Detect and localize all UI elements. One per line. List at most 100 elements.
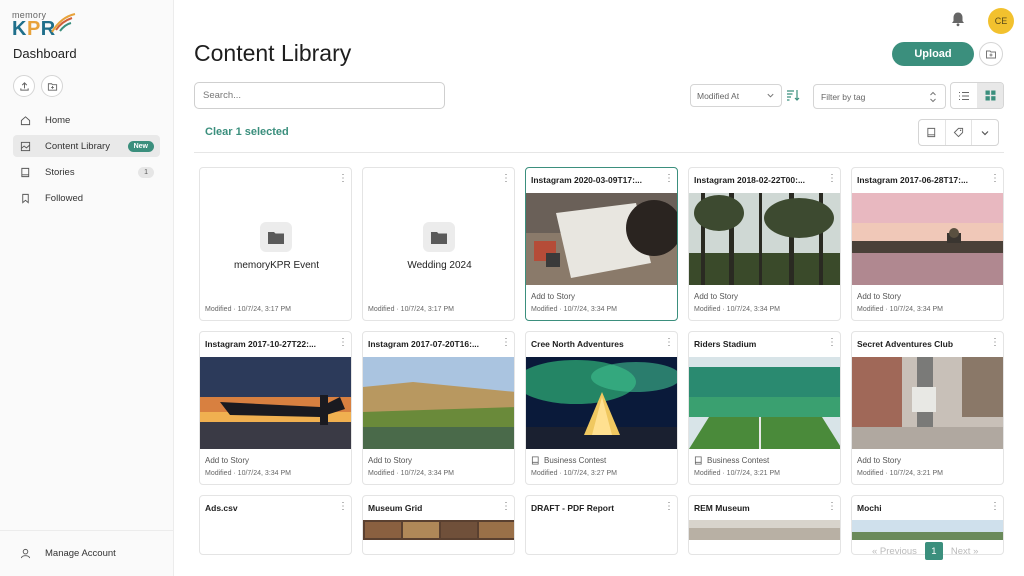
more-vertical-icon[interactable]: ⋮ xyxy=(990,502,1000,512)
folder-plus-icon xyxy=(986,50,996,59)
media-card[interactable]: Instagram 2018-02-22T00:... ⋮ Add to Sto… xyxy=(688,167,841,321)
count-badge: 1 xyxy=(138,166,154,178)
book-icon xyxy=(694,456,702,465)
list-icon xyxy=(959,91,969,100)
upload-side-button[interactable] xyxy=(13,75,35,97)
file-card[interactable]: DRAFT - PDF Report ⋮ xyxy=(525,495,678,555)
folder-plus-icon xyxy=(47,82,57,91)
sidebar-item-content-library[interactable]: Content Library New xyxy=(13,135,160,157)
more-vertical-icon[interactable]: ⋮ xyxy=(827,174,837,184)
upload-button[interactable]: Upload xyxy=(892,42,974,66)
sidebar-item-label: Home xyxy=(45,114,71,126)
card-title: REM Museum xyxy=(694,503,750,513)
media-card[interactable]: Riders Stadium ⋮ Business Contest Modifi… xyxy=(688,331,841,485)
modified-date: Modified · 10/7/24, 3:34 PM xyxy=(531,306,617,313)
updown-chevron-icon xyxy=(930,91,936,103)
folder-icon xyxy=(260,222,292,252)
new-folder-button[interactable] xyxy=(979,42,1003,66)
card-thumbnail xyxy=(852,357,1003,449)
sort-direction-icon[interactable] xyxy=(786,88,800,102)
card-title: Instagram 2020-03-09T17:... xyxy=(531,175,643,185)
previous-page-button[interactable]: « Previous xyxy=(872,546,917,557)
add-to-story-bulk-button[interactable] xyxy=(919,120,946,145)
list-view-button[interactable] xyxy=(951,83,977,108)
add-to-story-button[interactable]: Add to Story xyxy=(857,456,901,465)
bell-icon[interactable] xyxy=(950,11,966,27)
avatar[interactable]: CE xyxy=(988,8,1014,34)
business-contest-tag[interactable]: Business Contest xyxy=(694,456,769,465)
more-vertical-icon[interactable]: ⋮ xyxy=(664,338,674,348)
folder-card[interactable]: ⋮ Wedding 2024 Modified · 10/7/24, 3:17 … xyxy=(362,167,515,321)
media-card-selected[interactable]: Instagram 2020-03-09T17:... ⋮ Add to Sto… xyxy=(525,167,678,321)
sort-value: Modified At xyxy=(697,90,740,101)
grid-icon xyxy=(985,90,995,101)
bulk-actions xyxy=(918,119,999,146)
memorykpr-logo[interactable]: memory KPR xyxy=(12,8,76,40)
tag-filter-placeholder: Filter by tag xyxy=(821,91,866,102)
card-thumbnail xyxy=(363,520,514,540)
add-to-story-button[interactable]: Add to Story xyxy=(694,292,738,301)
add-to-story-button[interactable]: Add to Story xyxy=(368,456,412,465)
sidebar-item-home[interactable]: Home xyxy=(13,109,160,131)
more-vertical-icon[interactable]: ⋮ xyxy=(990,338,1000,348)
new-folder-side-button[interactable] xyxy=(41,75,63,97)
file-card[interactable]: Ads.csv ⋮ xyxy=(199,495,352,555)
add-to-story-button[interactable]: Add to Story xyxy=(531,292,575,301)
home-icon xyxy=(19,114,31,126)
media-card[interactable]: Instagram 2017-07-20T16:... ⋮ Add to Sto… xyxy=(362,331,515,485)
business-contest-label: Business Contest xyxy=(707,456,770,465)
more-bulk-button[interactable] xyxy=(972,120,998,145)
modified-date: Modified · 10/7/24, 3:17 PM xyxy=(368,306,454,313)
book-icon xyxy=(531,456,539,465)
tag-icon xyxy=(953,127,964,138)
modified-date: Modified · 10/7/24, 3:34 PM xyxy=(368,470,454,477)
media-card[interactable]: Museum Grid ⋮ xyxy=(362,495,515,555)
page-number-current[interactable]: 1 xyxy=(924,542,943,560)
more-vertical-icon[interactable]: ⋮ xyxy=(827,338,837,348)
tag-bulk-button[interactable] xyxy=(946,120,973,145)
business-contest-tag[interactable]: Business Contest xyxy=(531,456,606,465)
modified-date: Modified · 10/7/24, 3:34 PM xyxy=(857,306,943,313)
user-icon xyxy=(19,548,31,560)
manage-account-link[interactable]: Manage Account xyxy=(0,530,174,576)
media-card[interactable]: Instagram 2017-10-27T22:... ⋮ Add to Sto… xyxy=(199,331,352,485)
sidebar-item-followed[interactable]: Followed xyxy=(13,187,160,209)
more-vertical-icon[interactable]: ⋮ xyxy=(338,174,348,184)
modified-date: Modified · 10/7/24, 3:34 PM xyxy=(205,470,291,477)
tag-filter-select[interactable]: Filter by tag xyxy=(813,84,946,109)
dashboard-title: Dashboard xyxy=(13,46,77,61)
more-vertical-icon[interactable]: ⋮ xyxy=(501,174,511,184)
folder-card[interactable]: ⋮ memoryKPR Event Modified · 10/7/24, 3:… xyxy=(199,167,352,321)
add-to-story-button[interactable]: Add to Story xyxy=(857,292,901,301)
media-card[interactable]: Cree North Adventures ⋮ Business Contest… xyxy=(525,331,678,485)
bookmark-icon xyxy=(19,192,31,204)
more-vertical-icon[interactable]: ⋮ xyxy=(338,338,348,348)
sort-select[interactable]: Modified At xyxy=(690,84,782,107)
more-vertical-icon[interactable]: ⋮ xyxy=(827,502,837,512)
media-card[interactable]: Secret Adventures Club ⋮ Add to Story Mo… xyxy=(851,331,1004,485)
more-vertical-icon[interactable]: ⋮ xyxy=(501,338,511,348)
search-input[interactable] xyxy=(194,82,445,109)
folder-name: memoryKPR Event xyxy=(233,260,320,271)
add-to-story-button[interactable]: Add to Story xyxy=(205,456,249,465)
view-toggle xyxy=(950,82,1004,109)
upload-icon xyxy=(19,81,29,91)
more-vertical-icon[interactable]: ⋮ xyxy=(338,502,348,512)
grid-view-button[interactable] xyxy=(977,83,1003,108)
card-title: Instagram 2017-07-20T16:... xyxy=(368,339,480,349)
page-title: Content Library xyxy=(194,40,352,66)
card-title: Instagram 2018-02-22T00:... xyxy=(694,175,806,185)
sidebar-item-stories[interactable]: Stories 1 xyxy=(13,161,160,183)
media-card[interactable]: REM Museum ⋮ xyxy=(688,495,841,555)
feather-icon xyxy=(51,13,76,33)
book-icon xyxy=(927,127,936,138)
more-vertical-icon[interactable]: ⋮ xyxy=(990,174,1000,184)
next-page-button[interactable]: Next » xyxy=(951,546,978,557)
media-card[interactable]: Instagram 2017-06-28T17:... ⋮ Add to Sto… xyxy=(851,167,1004,321)
more-vertical-icon[interactable]: ⋮ xyxy=(664,502,674,512)
clear-selection-button[interactable]: Clear 1 selected xyxy=(205,126,289,138)
more-vertical-icon[interactable]: ⋮ xyxy=(501,502,511,512)
sidebar: memory KPR Dashboard Home Content Librar… xyxy=(0,0,174,576)
more-vertical-icon[interactable]: ⋮ xyxy=(664,174,674,184)
card-title: Ads.csv xyxy=(205,503,238,513)
